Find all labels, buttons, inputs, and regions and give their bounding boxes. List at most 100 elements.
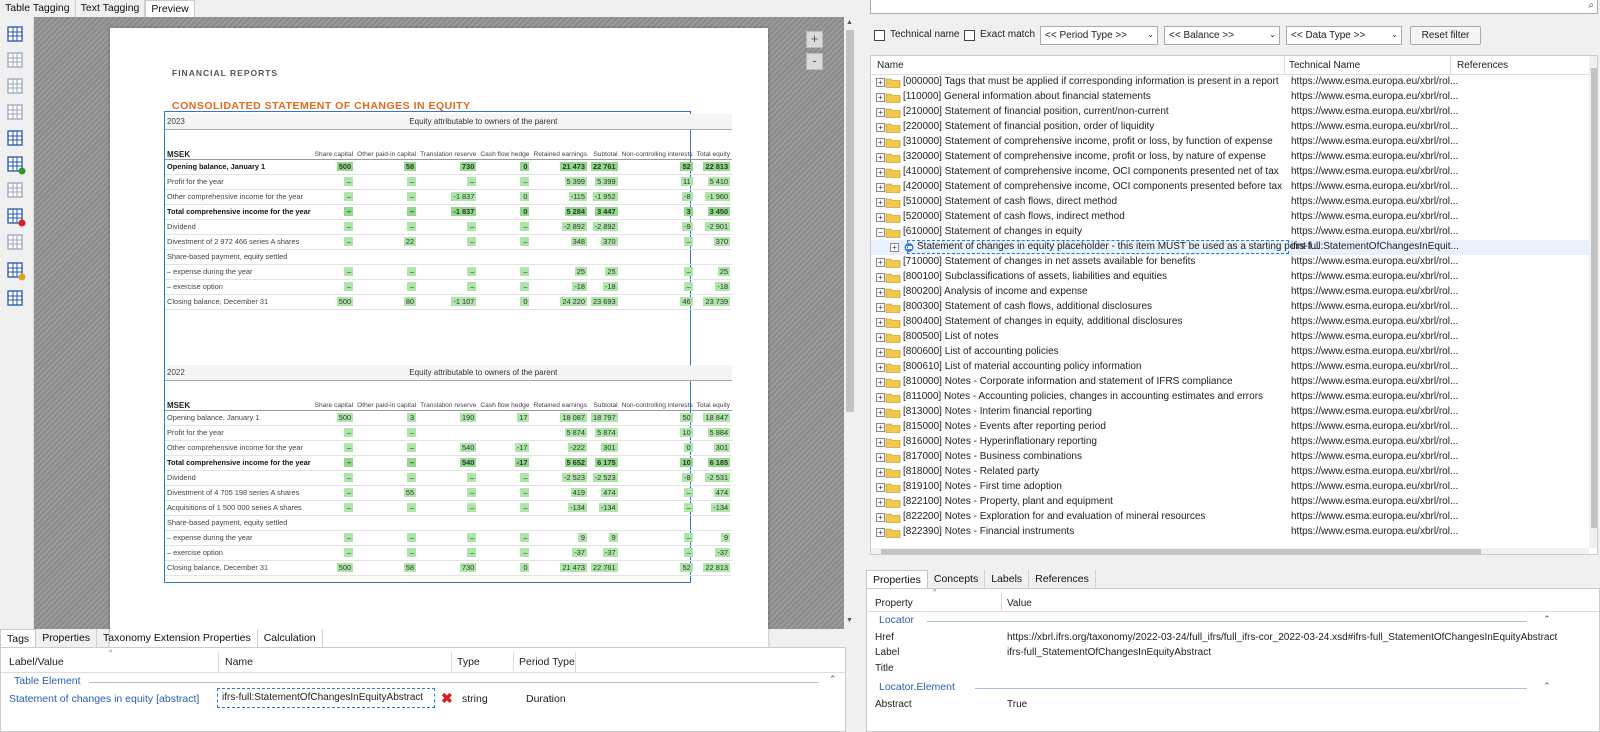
value-cell[interactable] [589,249,620,265]
expand-icon[interactable]: + [876,288,885,297]
tab-taxonomy-extension-properties[interactable]: Taxonomy Extension Properties [97,629,258,647]
tab-preview[interactable]: Preview [145,0,195,17]
value-cell[interactable]: -18 [531,279,589,295]
col-period-type[interactable]: Period Type [519,656,575,668]
value-cell[interactable]: 5 284 [531,204,589,220]
tree-item[interactable]: + [800400] Statement of changes in equity… [871,315,1591,330]
tab-calculation[interactable]: Calculation [258,629,323,647]
delete-tag-icon[interactable]: ✖ [441,690,453,707]
expand-icon[interactable]: + [876,153,885,162]
value-cell[interactable]: 25 [589,264,620,280]
search-icon[interactable]: ⌕ [1588,0,1594,11]
value-cell[interactable]: 730 [418,159,479,175]
tree-item[interactable]: + [110000] General information about fina… [871,90,1591,105]
tree-item[interactable]: + [800100] Subclassifications of assets, … [871,270,1591,285]
value-cell[interactable]: 500 [312,560,356,576]
tab-labels[interactable]: Labels [985,570,1030,588]
zoom-out-button[interactable]: - [806,53,823,70]
value-cell[interactable]: – [619,279,695,295]
tree-item-selected[interactable]: + Statement of changes in equity placehol… [871,240,1591,255]
value-cell[interactable]: 22 761 [589,159,620,175]
expand-icon[interactable]: + [876,108,885,117]
value-cell[interactable]: – [312,485,356,501]
value-cell[interactable]: -37 [531,545,589,561]
value-cell[interactable]: – [312,470,356,486]
value-cell[interactable]: -2 523 [589,470,620,486]
value-cell[interactable]: 6 175 [589,455,620,471]
value-cell[interactable]: 5 874 [589,425,620,441]
value-cell[interactable] [531,249,589,265]
value-cell[interactable]: 370 [694,234,733,250]
value-cell[interactable]: – [312,279,356,295]
tree-hscroll-thumb[interactable] [881,549,1481,554]
tab-props[interactable]: Properties [866,570,928,588]
tree-item[interactable]: + [420000] Statement of comprehensive inc… [871,180,1591,195]
expand-icon[interactable]: + [876,183,885,192]
value-cell[interactable]: – [619,485,695,501]
col-label-value[interactable]: Label/Value [9,656,64,668]
value-cell[interactable]: – [418,279,479,295]
value-cell[interactable]: 9 [694,530,733,546]
value-cell[interactable]: 0 [478,294,532,310]
tree-item[interactable]: + [710000] Statement of changes in net as… [871,255,1591,270]
value-cell[interactable]: – [312,219,356,235]
tree-item[interactable]: − [610000] Statement of changes in equity… [871,225,1591,240]
value-cell[interactable]: 348 [531,234,589,250]
value-cell[interactable]: 58 [355,159,419,175]
value-cell[interactable] [418,249,479,265]
value-cell[interactable]: 9 [531,530,589,546]
value-cell[interactable]: – [478,545,532,561]
table-select-icon[interactable] [6,25,26,45]
value-cell[interactable]: – [619,264,695,280]
tree-item[interactable]: + [800500] List of notes https://www.esma.… [871,330,1591,345]
collapse-section-icon[interactable]: ⌃ [1543,614,1551,625]
tree-item[interactable]: + [000000] Tags that must be applied if c… [871,75,1591,90]
table-add-2-icon[interactable] [6,77,26,97]
value-cell[interactable]: – [478,500,532,516]
col-tree-name[interactable]: Name [877,60,904,71]
col-property[interactable]: Property [875,598,913,609]
value-cell[interactable]: – [312,500,356,516]
value-cell[interactable]: 21 473 [531,560,589,576]
value-cell[interactable]: – [478,174,532,190]
value-cell[interactable]: 10 [619,455,695,471]
value-cell[interactable] [589,515,620,531]
value-cell[interactable]: – [418,530,479,546]
value-cell[interactable]: 25 [531,264,589,280]
value-cell[interactable]: – [418,470,479,486]
table-settings-icon[interactable] [6,181,26,201]
value-cell[interactable]: -134 [589,500,620,516]
tab-text-tagging[interactable]: Text Tagging [76,0,146,17]
value-cell[interactable]: 5 399 [531,174,589,190]
value-cell[interactable]: -2 531 [694,470,733,486]
value-cell[interactable]: 301 [589,440,620,456]
tree-item[interactable]: + [813000] Notes - Interim financial repo… [871,405,1591,420]
value-cell[interactable]: -222 [531,440,589,456]
tab-concepts[interactable]: Concepts [928,570,986,588]
tag-name-field[interactable]: ifrs-full:StatementOfChangesInEquityAbst… [217,688,435,708]
tree-item[interactable]: + [220000] Statement of financial positio… [871,120,1591,135]
value-cell[interactable]: – [478,279,532,295]
col-type[interactable]: Type [457,656,480,668]
value-cell[interactable]: -134 [694,500,733,516]
value-cell[interactable] [694,249,733,265]
table-list-icon[interactable] [6,289,26,309]
table-remove-icon[interactable] [6,207,26,227]
value-cell[interactable]: 52 [619,159,695,175]
value-cell[interactable]: – [619,545,695,561]
tree-item[interactable]: + [818000] Notes - Related party https://w… [871,465,1591,480]
col-value[interactable]: Value [1007,598,1032,609]
value-cell[interactable]: – [355,219,419,235]
value-cell[interactable]: 419 [531,485,589,501]
expand-icon[interactable]: + [876,333,885,342]
value-cell[interactable] [694,515,733,531]
value-cell[interactable]: – [312,234,356,250]
data-type-select[interactable]: << Data Type >> ⌄ [1286,26,1402,45]
tree-item[interactable]: + [817000] Notes - Business combinations h… [871,450,1591,465]
tree-item[interactable]: + [210000] Statement of financial positio… [871,105,1591,120]
value-cell[interactable]: -2 892 [589,219,620,235]
value-cell[interactable]: -2 901 [694,219,733,235]
value-cell[interactable]: 18 847 [694,410,733,426]
value-cell[interactable]: -115 [531,189,589,205]
value-cell[interactable]: -37 [694,545,733,561]
